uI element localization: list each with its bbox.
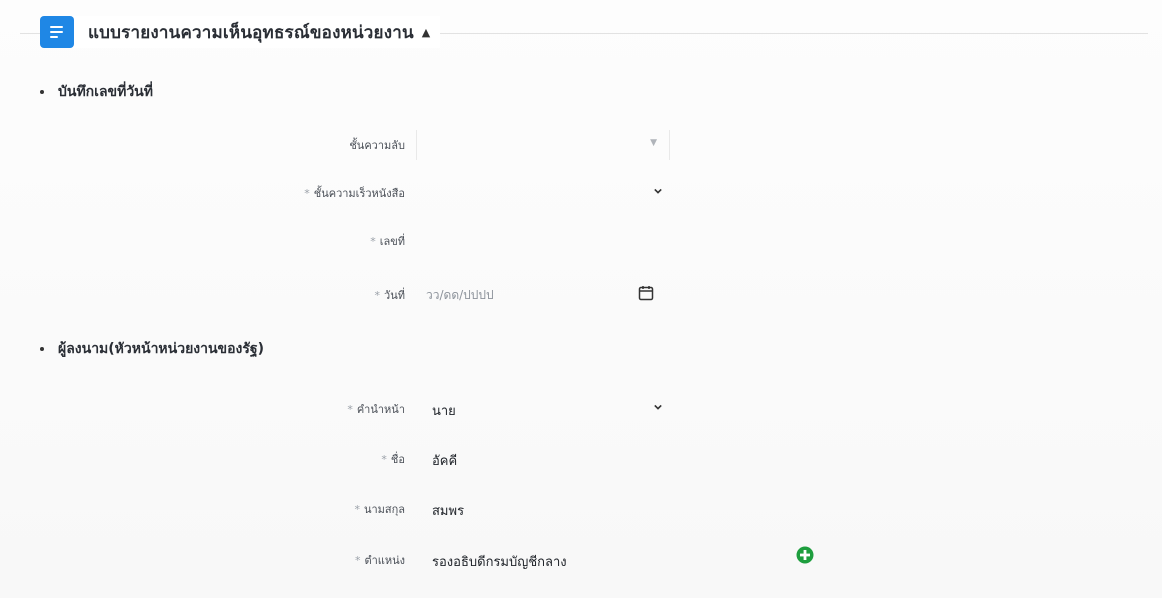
secrecy-select[interactable]: ▼ (416, 130, 670, 160)
position-label: * ตำแหน่ง (354, 554, 405, 567)
urgency-select[interactable] (416, 178, 668, 208)
position-input[interactable]: รองอธิบดีกรมบัญชีกลาง (416, 545, 668, 575)
urgency-label: * ชั้นความเร็วหนังสือ (304, 187, 405, 200)
section-title: แบบรายงานความเห็นอุทธรณ์ของหน่วยงาน (88, 22, 414, 43)
date-label: * วันที่ (374, 289, 405, 302)
number-row: * เลขที่ (0, 226, 700, 256)
subsection-memo: บันทึกเลขที่วันที่ (40, 81, 153, 103)
required-mark: * (374, 289, 381, 302)
date-input[interactable]: วว/ดด/ปปปป (416, 280, 668, 310)
prefix-value: นาย (432, 404, 456, 419)
number-label: * เลขที่ (370, 235, 405, 248)
number-input[interactable] (416, 226, 668, 256)
last-name-value: สมพร (432, 504, 465, 519)
required-mark: * (354, 503, 360, 516)
caret-up-icon[interactable]: ▲ (422, 26, 430, 39)
date-row: * วันที่ วว/ดด/ปปปป (0, 280, 700, 310)
bullet-dot (40, 347, 44, 351)
document-list-icon (40, 16, 74, 48)
calendar-icon[interactable] (638, 285, 654, 301)
add-circle-icon[interactable] (796, 546, 814, 564)
last-name-label: * นามสกุล (354, 503, 405, 516)
first-name-label: * ชื่อ (381, 453, 405, 466)
required-mark: * (347, 403, 353, 416)
bullet-dot (40, 90, 44, 94)
position-row: * ตำแหน่ง รองอธิบดีกรมบัญชีกลาง (0, 545, 814, 575)
required-mark: * (370, 235, 376, 248)
date-placeholder: วว/ดด/ปปปป (426, 288, 494, 302)
last-name-row: * นามสกุล สมพร (0, 494, 700, 524)
secrecy-label: ชั้นความลับ (349, 139, 405, 152)
prefix-select[interactable]: นาย (416, 394, 668, 424)
chevron-down-icon (654, 188, 662, 194)
position-value: รองอธิบดีกรมบัญชีกลาง (432, 555, 567, 570)
first-name-row: * ชื่อ อัคคี (0, 444, 700, 474)
form-page: แบบรายงานความเห็นอุทธรณ์ของหน่วยงาน ▲ บั… (0, 0, 1162, 598)
required-mark: * (304, 187, 310, 200)
subsection-memo-title: บันทึกเลขที่วันที่ (58, 84, 153, 100)
required-mark: * (381, 453, 387, 466)
first-name-input[interactable]: อัคคี (416, 444, 668, 474)
chevron-down-icon (654, 404, 662, 410)
subsection-signer-title: ผู้ลงนาม(หัวหน้าหน่วยงานของรัฐ) (58, 341, 265, 357)
subsection-signer: ผู้ลงนาม(หัวหน้าหน่วยงานของรัฐ) (40, 338, 264, 360)
first-name-value: อัคคี (432, 454, 458, 469)
last-name-input[interactable]: สมพร (416, 494, 668, 524)
prefix-row: * คำนำหน้า นาย (0, 394, 700, 424)
prefix-label: * คำนำหน้า (347, 403, 405, 416)
select-arrow-icon: ▼ (650, 138, 657, 148)
secrecy-row: ชั้นความลับ ▼ (0, 130, 700, 160)
required-mark: * (354, 554, 361, 567)
section-header[interactable]: แบบรายงานความเห็นอุทธรณ์ของหน่วยงาน ▲ (40, 16, 441, 48)
urgency-row: * ชั้นความเร็วหนังสือ (0, 178, 700, 208)
